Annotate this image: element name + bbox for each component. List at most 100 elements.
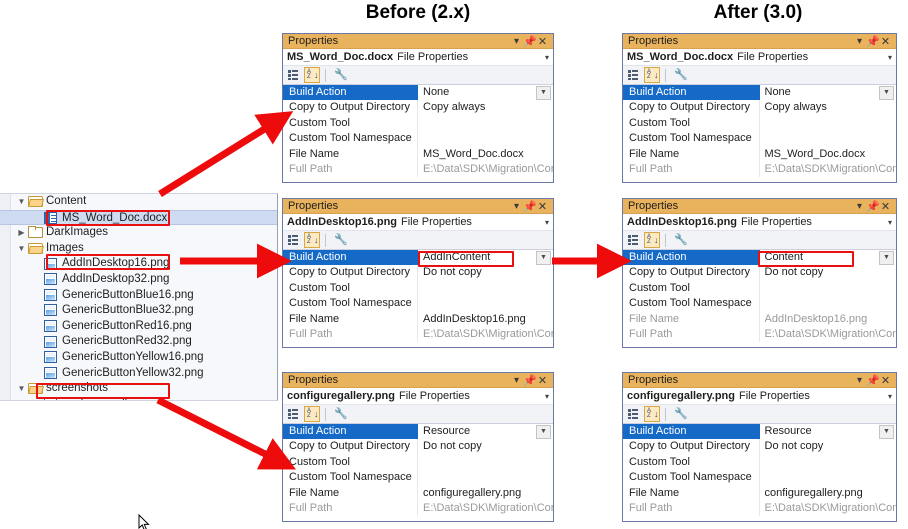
pin-icon[interactable]: 📌 xyxy=(866,200,880,213)
alphabetical-sort-icon[interactable]: A Z ↓ xyxy=(304,232,320,248)
window-menu-icon[interactable]: ▾ xyxy=(853,201,866,212)
properties-titlebar[interactable]: Properties ▾ 📌 ✕ xyxy=(283,373,553,388)
property-row[interactable]: Copy to Output Directory Do not copy xyxy=(283,265,553,281)
property-value[interactable]: AddInDesktop16.png xyxy=(760,312,897,327)
property-pages-wrench-icon[interactable]: 🔧 xyxy=(331,232,348,248)
property-row[interactable]: File Name configuregallery.png xyxy=(283,485,553,501)
property-row[interactable]: Custom Tool xyxy=(283,115,553,132)
property-value[interactable]: Do not copy xyxy=(418,439,553,454)
properties-toolbar[interactable]: A Z ↓ 🔧 xyxy=(283,405,553,424)
properties-object-selector[interactable]: configuregallery.png File Properties ▾ xyxy=(623,388,896,405)
properties-object-selector[interactable]: AddInDesktop16.png File Properties ▾ xyxy=(623,214,896,231)
property-row[interactable]: Full PathE:\Data\SDK\Migration\Configure xyxy=(623,326,897,343)
property-value[interactable]: Do not copy xyxy=(418,265,553,280)
alphabetical-sort-icon[interactable]: A Z ↓ xyxy=(304,67,320,83)
tree-item-addindesktop32-png[interactable]: AddInDesktop32.png xyxy=(0,272,277,288)
properties-window-before-png[interactable]: Properties ▾ 📌 ✕ AddInDesktop16.png File Prop… xyxy=(282,198,554,348)
properties-grid[interactable]: Build Action None ▼ Copy to Output Director… xyxy=(283,85,553,178)
properties-grid[interactable]: Build Action None ▼ Copy to Output Director… xyxy=(623,85,897,178)
tree-item-genericbuttonblue16-png[interactable]: GenericButtonBlue16.png xyxy=(0,288,277,304)
close-icon[interactable]: ✕ xyxy=(536,200,549,213)
property-row[interactable]: Copy to Output Directory Do not copy xyxy=(283,439,553,455)
window-menu-icon[interactable]: ▾ xyxy=(510,36,523,47)
property-row[interactable]: File Name configuregallery.png xyxy=(623,485,897,501)
tree-expander-expanded[interactable]: ▼ xyxy=(15,381,28,397)
property-row[interactable]: Copy to Output Directory Do not copy xyxy=(623,439,896,455)
properties-window-after-gallery[interactable]: Properties ▾ 📌 ✕ configuregallery.png File Pr… xyxy=(622,372,897,522)
tree-item-darkimages[interactable]: ▶ DarkImages xyxy=(0,225,277,241)
property-row[interactable]: Build Action Resource ▼ xyxy=(623,424,896,440)
window-menu-icon[interactable]: ▾ xyxy=(853,375,866,386)
tree-item-screenshots[interactable]: ▼ screenshots xyxy=(0,381,277,397)
property-row[interactable]: Custom Tool xyxy=(623,280,896,297)
property-value[interactable]: E:\Data\SDK\Migration\Configur xyxy=(760,162,897,177)
properties-toolbar[interactable]: A Z ↓ 🔧 xyxy=(623,66,896,85)
properties-grid[interactable]: Build Action Content ▼ Copy to Output Direc… xyxy=(623,250,897,343)
alphabetical-sort-icon[interactable]: A Z ↓ xyxy=(644,406,660,422)
chevron-down-icon[interactable]: ▼ xyxy=(879,85,894,100)
pin-icon[interactable]: 📌 xyxy=(866,374,880,387)
property-value[interactable]: configuregallery.png xyxy=(418,486,553,501)
property-value[interactable]: None xyxy=(418,85,536,100)
tree-item-addindesktop16-png[interactable]: AddInDesktop16.png xyxy=(0,256,277,272)
property-row[interactable]: Full PathE:\Data\SDK\Migration\Configur xyxy=(283,161,553,178)
property-row[interactable]: Full PathE:\Data\SDK\Migration\Configur xyxy=(283,326,553,343)
tree-expander-expanded[interactable]: ▼ xyxy=(15,194,28,210)
property-value[interactable]: E:\Data\SDK\Migration\Configure xyxy=(760,327,897,342)
property-row[interactable]: Copy to Output Directory Do not copy xyxy=(623,265,897,281)
property-row[interactable]: Full PathE:\Data\SDK\Migration\Configur xyxy=(283,500,553,517)
property-row[interactable]: Full PathE:\Data\SDK\Migration\Configur xyxy=(623,161,897,178)
properties-grid[interactable]: Build Action Resource ▼ Copy to Output Dire… xyxy=(283,424,553,517)
property-row[interactable]: Full PathE:\Data\SDK\Migration\Configur xyxy=(623,500,897,517)
property-row[interactable]: Custom Tool Namespace xyxy=(283,470,553,486)
property-value[interactable]: None xyxy=(760,85,880,100)
property-value[interactable]: Resource xyxy=(418,424,536,439)
property-value[interactable]: AddInContent xyxy=(418,250,536,265)
chevron-down-icon[interactable]: ▾ xyxy=(888,218,892,227)
pin-icon[interactable]: 📌 xyxy=(523,35,537,48)
property-row[interactable]: Copy to Output Directory Copy always xyxy=(283,100,553,116)
property-row[interactable]: Build Action None ▼ xyxy=(283,85,553,101)
property-value[interactable]: E:\Data\SDK\Migration\Configur xyxy=(418,162,553,177)
tree-item-genericbuttonyellow32-png[interactable]: GenericButtonYellow32.png xyxy=(0,366,277,382)
close-icon[interactable]: ✕ xyxy=(536,35,549,48)
close-icon[interactable]: ✕ xyxy=(536,374,549,387)
tree-item-configuregallery-png[interactable]: configuregallery.png xyxy=(0,397,277,400)
chevron-down-icon[interactable]: ▼ xyxy=(536,85,551,100)
chevron-down-icon[interactable]: ▾ xyxy=(545,53,549,62)
property-row[interactable]: File Name MS_Word_Doc.docx xyxy=(283,146,553,162)
categorized-view-icon[interactable] xyxy=(286,67,302,83)
properties-titlebar[interactable]: Properties ▾ 📌 ✕ xyxy=(623,34,896,49)
property-row[interactable]: Build Action None ▼ xyxy=(623,85,896,101)
property-row[interactable]: Build Action Resource ▼ xyxy=(283,424,553,440)
chevron-down-icon[interactable]: ▾ xyxy=(545,218,549,227)
close-icon[interactable]: ✕ xyxy=(879,374,892,387)
property-value[interactable]: Resource xyxy=(760,424,880,439)
tree-item-genericbuttonblue32-png[interactable]: GenericButtonBlue32.png xyxy=(0,303,277,319)
chevron-down-icon[interactable]: ▾ xyxy=(888,392,892,401)
property-row[interactable]: Build Action AddInContent ▼ xyxy=(283,250,553,266)
property-row[interactable]: Custom Tool xyxy=(283,454,553,471)
properties-toolbar[interactable]: A Z ↓ 🔧 xyxy=(283,231,553,250)
pin-icon[interactable]: 📌 xyxy=(523,374,537,387)
property-pages-wrench-icon[interactable]: 🔧 xyxy=(331,67,348,83)
property-value[interactable]: Content xyxy=(760,250,880,265)
property-row[interactable]: Custom Tool Namespace xyxy=(283,296,553,312)
categorized-view-icon[interactable] xyxy=(626,232,642,248)
property-value[interactable]: AddInDesktop16.png xyxy=(418,312,553,327)
property-row[interactable]: File Name AddInDesktop16.png xyxy=(283,311,553,327)
pin-icon[interactable]: 📌 xyxy=(523,200,537,213)
tree-item-content[interactable]: ▼ Content xyxy=(0,194,277,210)
property-value[interactable]: configuregallery.png xyxy=(760,486,897,501)
alphabetical-sort-icon[interactable]: A Z ↓ xyxy=(644,67,660,83)
property-row[interactable]: Custom Tool Namespace xyxy=(623,131,896,147)
property-value[interactable]: Do not copy xyxy=(760,265,897,280)
properties-toolbar[interactable]: A Z ↓ 🔧 xyxy=(623,231,896,250)
properties-window-after-png[interactable]: Properties ▾ 📌 ✕ AddInDesktop16.png File Prop… xyxy=(622,198,897,348)
properties-window-after-docx[interactable]: Properties ▾ 📌 ✕ MS_Word_Doc.docx File Proper… xyxy=(622,33,897,183)
property-value[interactable]: E:\Data\SDK\Migration\Configur xyxy=(418,501,553,516)
window-menu-icon[interactable]: ▾ xyxy=(510,201,523,212)
property-value[interactable]: MS_Word_Doc.docx xyxy=(760,147,897,162)
property-value[interactable]: E:\Data\SDK\Migration\Configur xyxy=(760,501,897,516)
property-row[interactable]: Build Action Content ▼ xyxy=(623,250,896,266)
